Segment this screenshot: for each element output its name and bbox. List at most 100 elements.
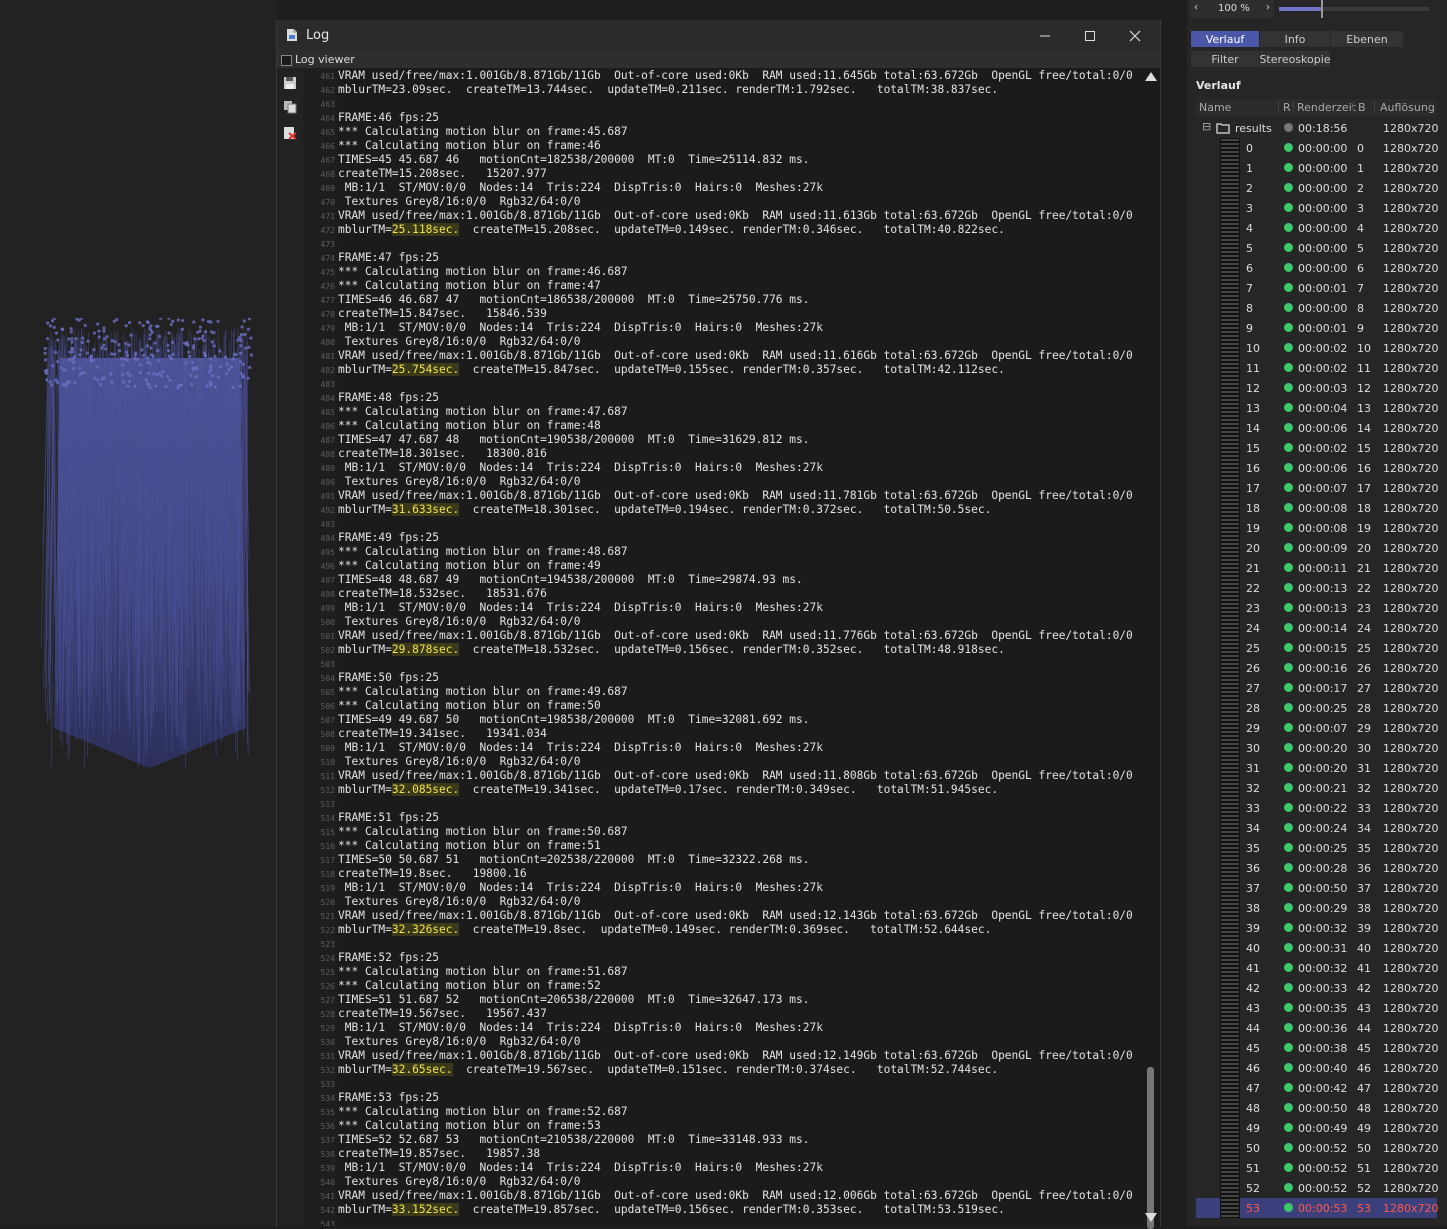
history-row[interactable]: 4600:00:40461280x720 — [1196, 1058, 1437, 1078]
save-icon[interactable] — [283, 76, 297, 90]
line-number: 504 — [303, 672, 335, 686]
zoom-slider-knob[interactable] — [1321, 0, 1323, 18]
status-indicator — [1284, 503, 1293, 512]
log-text-area[interactable]: 461VRAM used/free/max:1.001Gb/8.871Gb/11… — [303, 68, 1145, 1226]
scroll-up-icon[interactable] — [1145, 72, 1157, 81]
status-indicator — [1284, 1143, 1293, 1152]
history-row[interactable]: 4300:00:35431280x720 — [1196, 998, 1437, 1018]
copy-icon[interactable] — [283, 100, 297, 114]
history-row[interactable]: 5100:00:52511280x720 — [1196, 1158, 1437, 1178]
clear-log-icon[interactable] — [283, 126, 297, 140]
history-row[interactable]: 1000:00:02101280x720 — [1196, 338, 1437, 358]
history-row[interactable]: 600:00:0061280x720 — [1196, 258, 1437, 278]
history-row[interactable]: 4900:00:49491280x720 — [1196, 1118, 1437, 1138]
zoom-decrease-icon[interactable]: ‹ — [1194, 2, 1198, 13]
tab-verlauf[interactable]: Verlauf — [1191, 31, 1259, 47]
history-row[interactable]: 2300:00:13231280x720 — [1196, 598, 1437, 618]
folder-row-results[interactable]: ⊟ results 00:18:56 1280x720 — [1196, 118, 1437, 138]
history-row[interactable]: 3700:00:50371280x720 — [1196, 878, 1437, 898]
scroll-down-icon[interactable] — [1145, 1213, 1157, 1222]
history-row[interactable]: 3900:00:32391280x720 — [1196, 918, 1437, 938]
line-number: 533 — [303, 1078, 335, 1092]
history-row[interactable]: 4500:00:38451280x720 — [1196, 1038, 1437, 1058]
history-row[interactable]: 2800:00:25281280x720 — [1196, 698, 1437, 718]
history-row[interactable]: 5200:00:52521280x720 — [1196, 1178, 1437, 1198]
maximize-button[interactable] — [1067, 20, 1113, 51]
history-row[interactable]: 4200:00:33421280x720 — [1196, 978, 1437, 998]
history-row[interactable]: 2900:00:07291280x720 — [1196, 718, 1437, 738]
history-row[interactable]: 1900:00:08191280x720 — [1196, 518, 1437, 538]
close-button[interactable] — [1112, 20, 1158, 51]
film-strip-icon — [1220, 918, 1240, 938]
column-renderzeit[interactable]: Renderzeit — [1297, 101, 1356, 114]
history-row[interactable]: 1600:00:06161280x720 — [1196, 458, 1437, 478]
history-row[interactable]: 1700:00:07171280x720 — [1196, 478, 1437, 498]
history-row[interactable]: 3600:00:28361280x720 — [1196, 858, 1437, 878]
tab-info[interactable]: Info — [1260, 31, 1330, 47]
history-row[interactable]: 2100:00:11211280x720 — [1196, 558, 1437, 578]
row-name: 48 — [1246, 1102, 1260, 1115]
history-row[interactable]: 000:00:0001280x720 — [1196, 138, 1437, 158]
history-row[interactable]: 100:00:0011280x720 — [1196, 158, 1437, 178]
history-row[interactable]: 700:00:0171280x720 — [1196, 278, 1437, 298]
buffer-number: 45 — [1357, 1042, 1371, 1055]
title-bar[interactable]: Log — [277, 20, 1160, 51]
history-row[interactable]: 4800:00:50481280x720 — [1196, 1098, 1437, 1118]
zoom-control[interactable]: ‹ 100 % › — [1190, 0, 1274, 18]
tab-filter[interactable]: Filter — [1191, 51, 1259, 67]
history-row[interactable]: 3500:00:25351280x720 — [1196, 838, 1437, 858]
history-row[interactable]: 400:00:0041280x720 — [1196, 218, 1437, 238]
history-row[interactable]: 2500:00:15251280x720 — [1196, 638, 1437, 658]
history-row[interactable]: 800:00:0081280x720 — [1196, 298, 1437, 318]
scroll-thumb[interactable] — [1147, 1067, 1154, 1229]
history-row[interactable]: 5000:00:52501280x720 — [1196, 1138, 1437, 1158]
tab-stereoskopie[interactable]: Stereoskopie — [1260, 51, 1330, 67]
resolution: 1280x720 — [1383, 322, 1439, 335]
column-r[interactable]: R — [1283, 101, 1291, 114]
log-line: 474FRAME:47 fps:25 — [303, 251, 335, 265]
history-row[interactable]: 200:00:0021280x720 — [1196, 178, 1437, 198]
history-row[interactable]: 3000:00:20301280x720 — [1196, 738, 1437, 758]
history-row[interactable]: 1400:00:06141280x720 — [1196, 418, 1437, 438]
history-row[interactable]: 2600:00:16261280x720 — [1196, 658, 1437, 678]
history-row[interactable]: 1300:00:04131280x720 — [1196, 398, 1437, 418]
history-row[interactable]: 3100:00:20311280x720 — [1196, 758, 1437, 778]
history-row[interactable]: 5300:00:53531280x720 — [1196, 1198, 1437, 1218]
resolution: 1280x720 — [1383, 482, 1439, 495]
history-row[interactable]: 4400:00:36441280x720 — [1196, 1018, 1437, 1038]
minimize-button[interactable] — [1022, 20, 1068, 51]
log-viewer-checkbox[interactable] — [281, 55, 292, 66]
column-aufloesung[interactable]: Auflösung — [1380, 101, 1435, 114]
column-name[interactable]: Name — [1199, 101, 1231, 114]
history-row[interactable]: 3800:00:29381280x720 — [1196, 898, 1437, 918]
history-row[interactable]: 4700:00:42471280x720 — [1196, 1078, 1437, 1098]
history-row[interactable]: 2000:00:09201280x720 — [1196, 538, 1437, 558]
history-row[interactable]: 1800:00:08181280x720 — [1196, 498, 1437, 518]
history-row[interactable]: 1500:00:02151280x720 — [1196, 438, 1437, 458]
history-row[interactable]: 3300:00:22331280x720 — [1196, 798, 1437, 818]
history-row[interactable]: 3200:00:21321280x720 — [1196, 778, 1437, 798]
history-row[interactable]: 300:00:0031280x720 — [1196, 198, 1437, 218]
collapse-icon[interactable]: ⊟ — [1202, 120, 1211, 133]
history-row[interactable]: 1200:00:03121280x720 — [1196, 378, 1437, 398]
history-row[interactable]: 2200:00:13221280x720 — [1196, 578, 1437, 598]
history-row[interactable]: 4000:00:31401280x720 — [1196, 938, 1437, 958]
zoom-slider[interactable] — [1279, 7, 1429, 11]
history-row[interactable]: 900:00:0191280x720 — [1196, 318, 1437, 338]
history-row[interactable]: 2400:00:14241280x720 — [1196, 618, 1437, 638]
resolution: 1280x720 — [1383, 922, 1439, 935]
zoom-increase-icon[interactable]: › — [1266, 2, 1270, 13]
line-text: VRAM used/free/max:1.001Gb/8.871Gb/11Gb … — [338, 69, 1133, 83]
column-b[interactable]: B — [1358, 101, 1366, 114]
log-viewer-label[interactable]: Log viewer — [295, 53, 355, 66]
history-row[interactable]: 500:00:0051280x720 — [1196, 238, 1437, 258]
tab-ebenen[interactable]: Ebenen — [1331, 31, 1403, 47]
status-indicator — [1284, 703, 1293, 712]
history-row[interactable]: 2700:00:17271280x720 — [1196, 678, 1437, 698]
history-row[interactable]: 1100:00:02111280x720 — [1196, 358, 1437, 378]
history-row[interactable]: 4100:00:32411280x720 — [1196, 958, 1437, 978]
history-row[interactable]: 3400:00:24341280x720 — [1196, 818, 1437, 838]
log-line: 521VRAM used/free/max:1.001Gb/8.871Gb/11… — [303, 909, 335, 923]
viewport[interactable] — [0, 0, 276, 1226]
log-scrollbar[interactable] — [1143, 68, 1158, 1226]
